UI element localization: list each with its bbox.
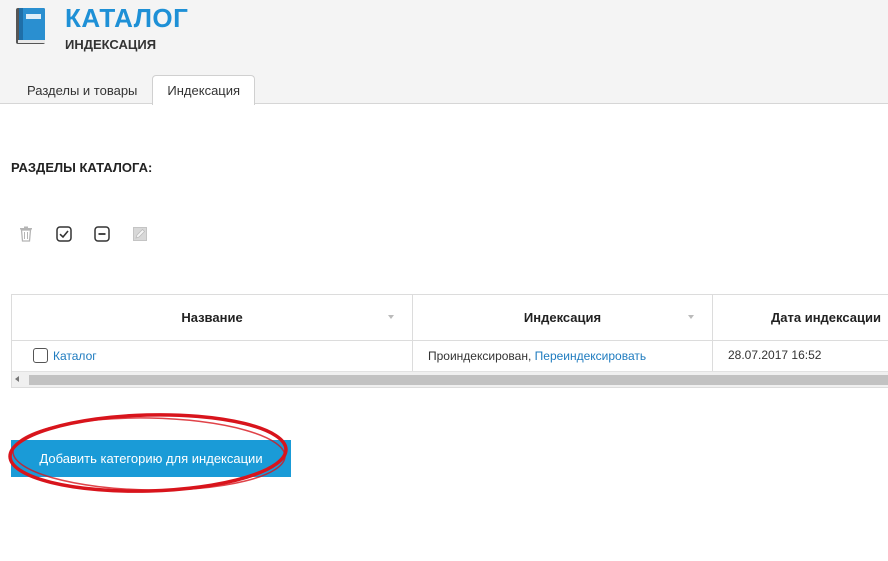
add-category-for-indexing-button[interactable]: Добавить категорию для индексации	[11, 440, 291, 477]
sort-caret-icon[interactable]	[688, 315, 694, 319]
toolbar	[17, 225, 149, 243]
column-header-name[interactable]: Название	[12, 295, 413, 340]
row-checkbox[interactable]	[33, 347, 48, 363]
tab-sections-and-products[interactable]: Разделы и товары	[12, 75, 152, 104]
cell-indexing: Проиндексирован, Переиндексировать	[413, 341, 713, 371]
table-row: Каталог Проиндексирован, Переиндексирова…	[12, 341, 888, 371]
column-header-indexing[interactable]: Индексация	[413, 295, 713, 340]
check-square-icon[interactable]	[55, 225, 73, 243]
tab-bar: Разделы и товары Индексация	[12, 75, 256, 105]
minus-square-icon[interactable]	[93, 225, 111, 243]
sort-caret-icon[interactable]	[388, 315, 394, 319]
catalog-link[interactable]: Каталог	[53, 343, 97, 369]
page-title: КАТАЛОГ	[65, 3, 189, 33]
page-subtitle: ИНДЕКСАЦИЯ	[65, 37, 157, 52]
tab-indexing[interactable]: Индексация	[152, 75, 256, 105]
indexing-status: Проиндексирован,	[428, 349, 532, 363]
section-title: РАЗДЕЛЫ КАТАЛОГА:	[11, 160, 153, 175]
scroll-thumb[interactable]	[29, 375, 888, 385]
page-header: КАТАЛОГ ИНДЕКСАЦИЯ Разделы и товары Инде…	[0, 0, 888, 105]
table-header: Название Индексация Дата индексации	[12, 295, 888, 341]
cell-name: Каталог	[12, 341, 413, 371]
catalog-sections-table: Название Индексация Дата индексации Ката…	[11, 294, 888, 388]
cell-indexing-date: 28.07.2017 16:52	[728, 348, 822, 362]
column-header-indexing-date[interactable]: Дата индексации	[713, 295, 888, 340]
reindex-link[interactable]: Переиндексировать	[535, 349, 647, 363]
horizontal-scrollbar[interactable]	[12, 371, 888, 387]
trash-icon[interactable]	[17, 225, 35, 243]
book-icon	[16, 8, 45, 44]
edit-square-icon[interactable]	[131, 225, 149, 243]
scroll-left-icon[interactable]	[15, 376, 19, 382]
